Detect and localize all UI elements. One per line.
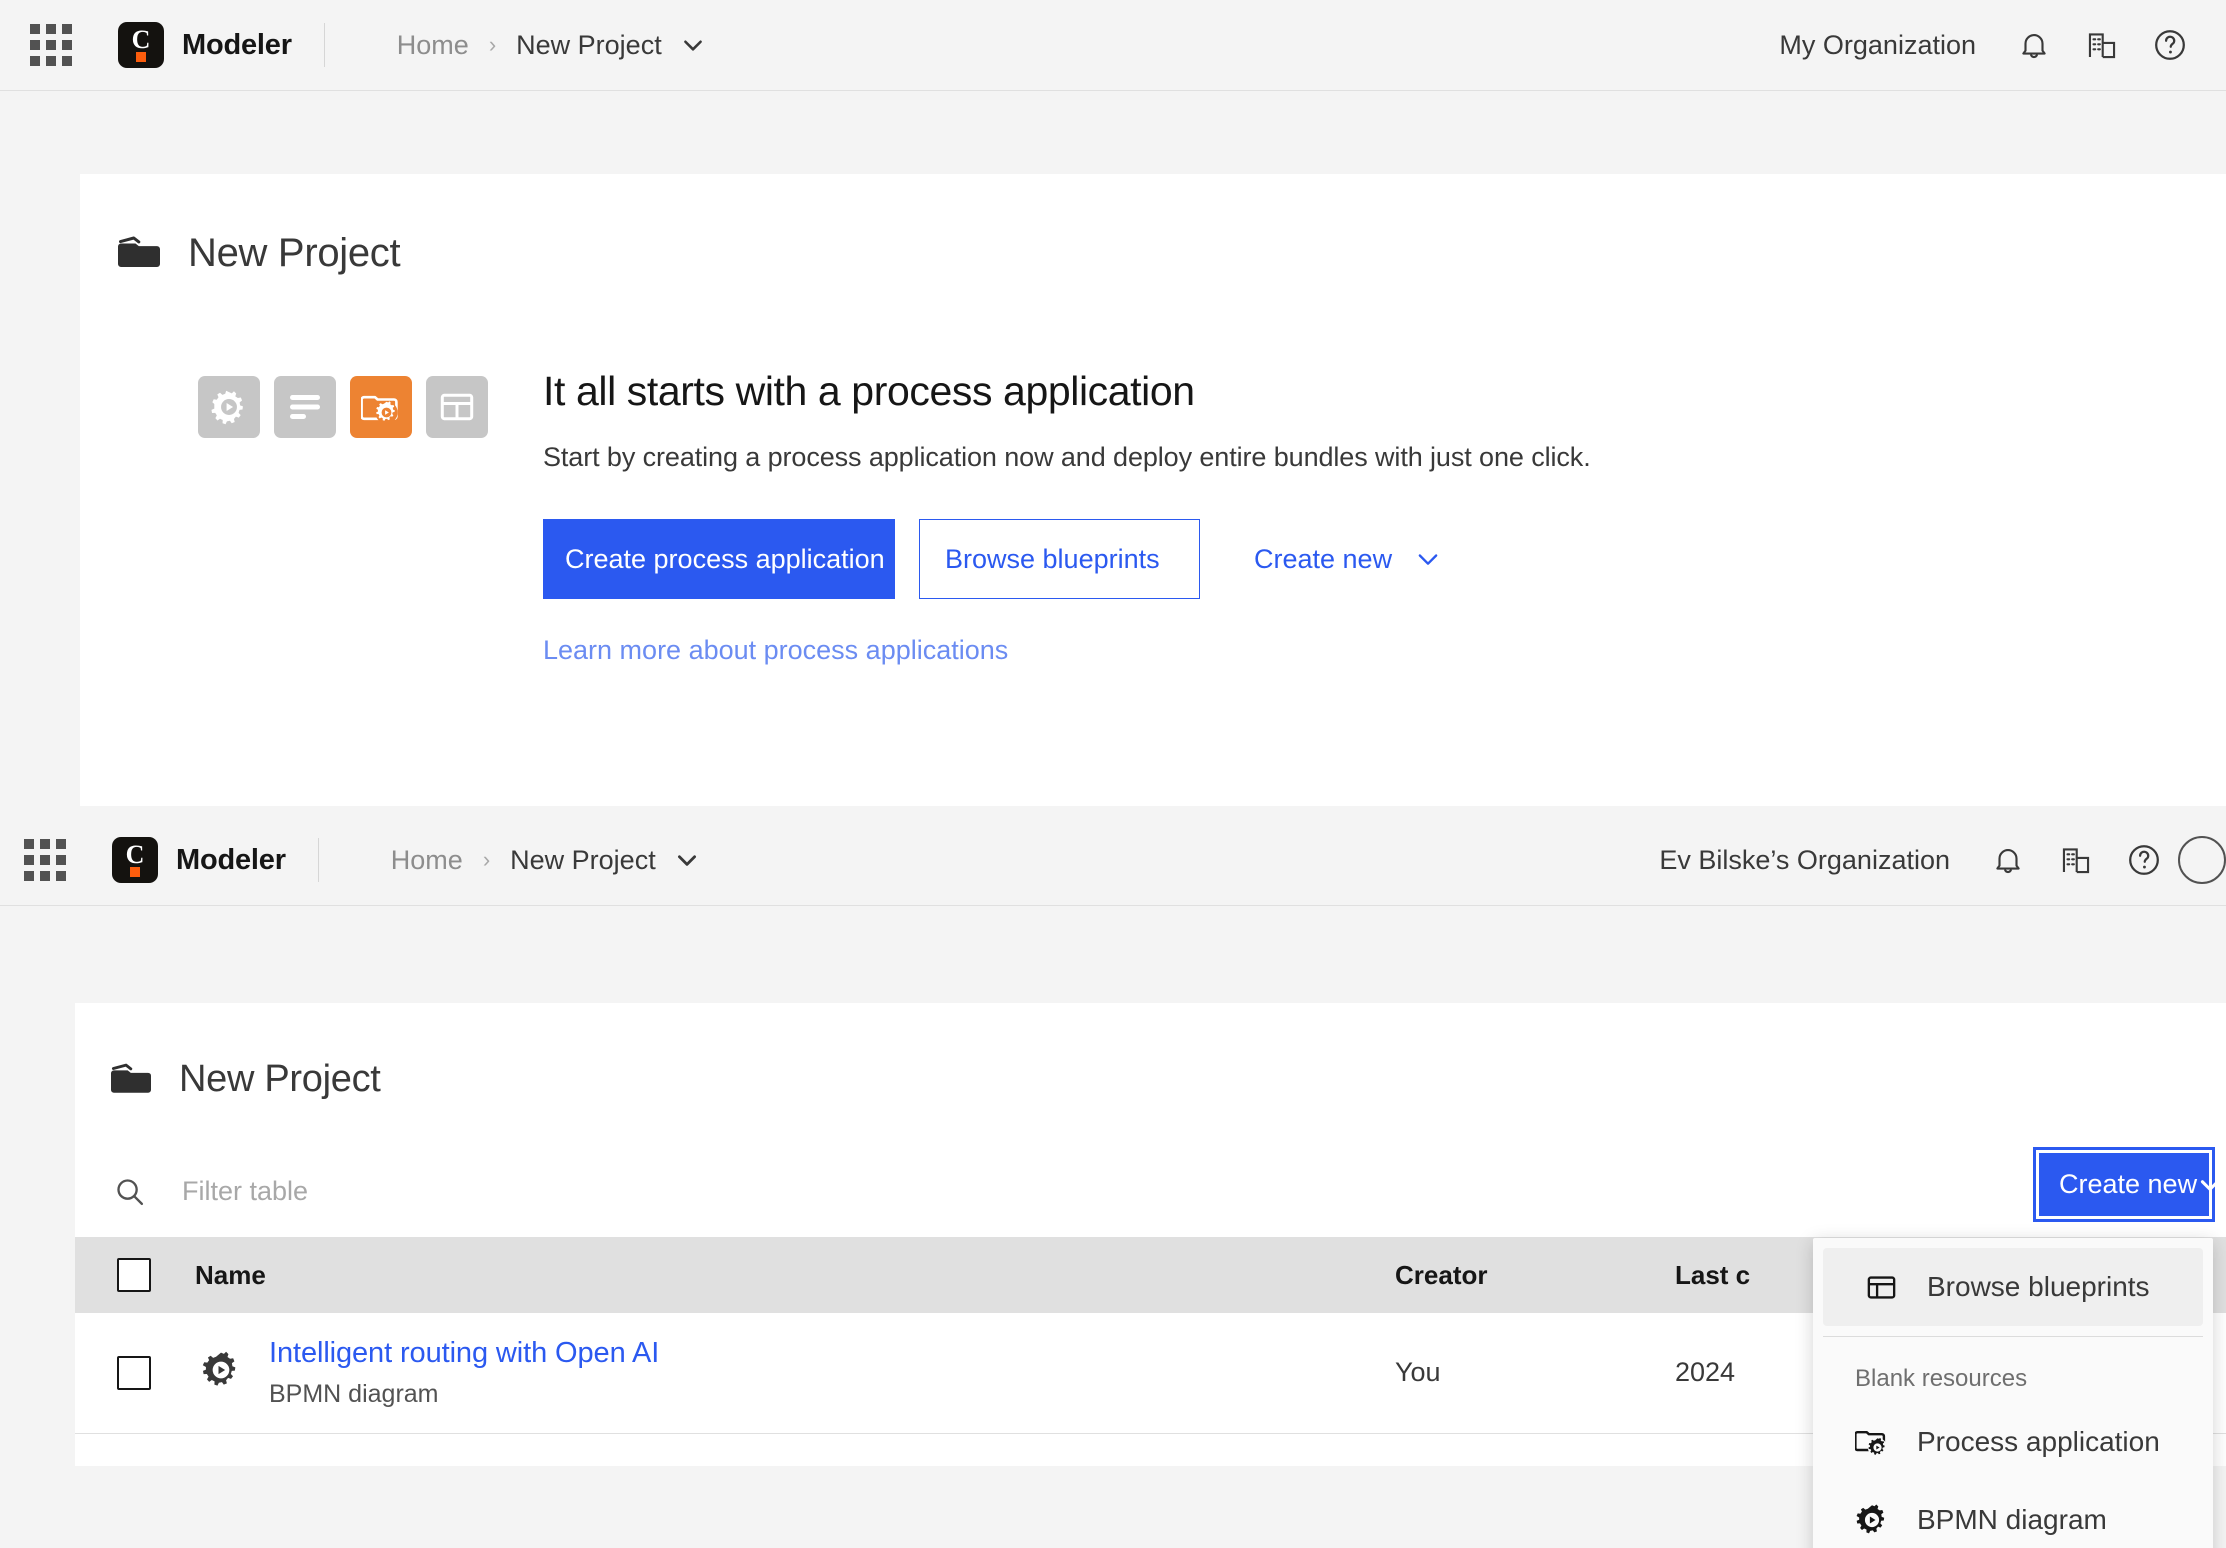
- brand-modeler[interactable]: C Modeler: [112, 837, 286, 883]
- breadcrumb-home[interactable]: Home: [391, 845, 463, 876]
- resource-tiles: [198, 368, 488, 666]
- breadcrumb-home[interactable]: Home: [397, 30, 469, 61]
- header-divider: [318, 838, 319, 882]
- menu-item-bpmn-diagram[interactable]: BPMN diagram: [1813, 1481, 2213, 1548]
- table-toolbar: Create new: [75, 1145, 2226, 1237]
- column-header-creator[interactable]: Creator: [1395, 1237, 1675, 1313]
- bottom-app-header: C Modeler Home › New Project Ev Bilske’s…: [0, 815, 2226, 906]
- form-tile: [274, 376, 336, 438]
- menu-item-process-application[interactable]: Process application: [1813, 1403, 2213, 1481]
- header-divider: [324, 23, 325, 67]
- chevron-down-icon[interactable]: [674, 847, 700, 873]
- learn-more-link[interactable]: Learn more about process applications: [543, 635, 1008, 666]
- row-creator-cell: You: [1395, 1313, 1675, 1433]
- menu-item-label: Process application: [1917, 1426, 2160, 1458]
- resource-name-link[interactable]: Intelligent routing with Open AI: [269, 1337, 659, 1370]
- breadcrumb: Home › New Project: [391, 845, 700, 876]
- create-new-label: Create new: [2059, 1169, 2197, 1200]
- app-grid-icon[interactable]: [24, 839, 66, 881]
- create-new-dropdown-button[interactable]: Create new: [1242, 519, 1454, 599]
- project-header-top: New Project: [118, 231, 2226, 276]
- row-select-cell: [75, 1313, 195, 1433]
- create-new-button[interactable]: Create new: [2039, 1153, 2209, 1216]
- bell-icon[interactable]: [2000, 11, 2068, 79]
- breadcrumb-current[interactable]: New Project: [510, 845, 656, 876]
- folder-icon: [118, 234, 160, 273]
- camunda-logo-icon: C: [118, 22, 164, 68]
- blueprint-icon: [1865, 1271, 1901, 1304]
- page-title: New Project: [179, 1058, 381, 1101]
- create-process-application-button[interactable]: Create process application: [543, 519, 895, 599]
- row-name-cell: Intelligent routing with Open AI BPMN di…: [195, 1313, 1395, 1433]
- brand-label: Modeler: [176, 844, 286, 877]
- gear-icon: [1855, 1503, 1891, 1537]
- empty-state-description: Start by creating a process application …: [543, 442, 1591, 473]
- empty-state-actions: Create process application Browse bluepr…: [543, 519, 1591, 599]
- menu-item-browse-blueprints[interactable]: Browse blueprints: [1823, 1248, 2203, 1326]
- create-new-dropdown-menu: Browse blueprints Blank resources Proces…: [1813, 1238, 2213, 1548]
- top-header-actions: My Organization: [1779, 11, 2226, 79]
- page-title: New Project: [188, 231, 400, 276]
- project-header-bottom: New Project: [111, 1058, 2226, 1101]
- bell-icon[interactable]: [1974, 826, 2042, 894]
- building-icon[interactable]: [2042, 826, 2110, 894]
- search-icon[interactable]: [113, 1175, 146, 1208]
- help-icon[interactable]: [2110, 826, 2178, 894]
- building-icon[interactable]: [2068, 11, 2136, 79]
- organization-name[interactable]: My Organization: [1779, 30, 1976, 61]
- column-header-name[interactable]: Name: [195, 1237, 1395, 1313]
- chevron-down-icon[interactable]: [680, 32, 706, 58]
- create-new-label: Create new: [1254, 544, 1392, 575]
- project-card-top: New Project: [80, 174, 2226, 806]
- app-root: C Modeler Home › New Project My Organiza…: [0, 0, 2226, 1548]
- avatar[interactable]: [2178, 826, 2226, 894]
- select-all-checkbox[interactable]: [117, 1258, 151, 1292]
- gear-icon: [201, 1350, 241, 1395]
- bpmn-diagram-tile: [198, 376, 260, 438]
- breadcrumb-current[interactable]: New Project: [516, 30, 662, 61]
- search-input[interactable]: [182, 1176, 782, 1207]
- menu-group-label: Blank resources: [1813, 1337, 2213, 1403]
- breadcrumb: Home › New Project: [397, 30, 706, 61]
- empty-state: It all starts with a process application…: [198, 368, 2226, 666]
- row-checkbox[interactable]: [117, 1356, 151, 1390]
- folder-icon: [111, 1061, 151, 1099]
- organization-name[interactable]: Ev Bilske’s Organization: [1659, 845, 1950, 876]
- menu-item-label: BPMN diagram: [1917, 1504, 2107, 1536]
- camunda-logo-icon: C: [112, 837, 158, 883]
- empty-state-heading: It all starts with a process application: [543, 368, 1591, 415]
- create-new-button-focus-ring: Create new: [2033, 1147, 2215, 1222]
- resource-type-label: BPMN diagram: [269, 1380, 659, 1409]
- top-app-header: C Modeler Home › New Project My Organiza…: [0, 0, 2226, 91]
- browse-blueprints-button[interactable]: Browse blueprints: [919, 519, 1200, 599]
- folder-gear-icon: [1855, 1426, 1891, 1458]
- brand-label: Modeler: [182, 29, 292, 62]
- bottom-header-actions: Ev Bilske’s Organization: [1659, 826, 2226, 894]
- empty-state-text: It all starts with a process application…: [543, 368, 1591, 666]
- menu-item-label: Browse blueprints: [1927, 1271, 2150, 1303]
- decision-table-tile: [426, 376, 488, 438]
- app-grid-icon[interactable]: [30, 24, 72, 66]
- help-icon[interactable]: [2136, 11, 2204, 79]
- select-all-header: [75, 1237, 195, 1313]
- breadcrumb-separator-icon: ›: [489, 32, 496, 58]
- breadcrumb-separator-icon: ›: [483, 847, 490, 873]
- process-application-tile: [350, 376, 412, 438]
- brand-modeler[interactable]: C Modeler: [118, 22, 292, 68]
- chevron-down-icon: [2197, 1172, 2223, 1198]
- chevron-down-icon: [1414, 545, 1442, 573]
